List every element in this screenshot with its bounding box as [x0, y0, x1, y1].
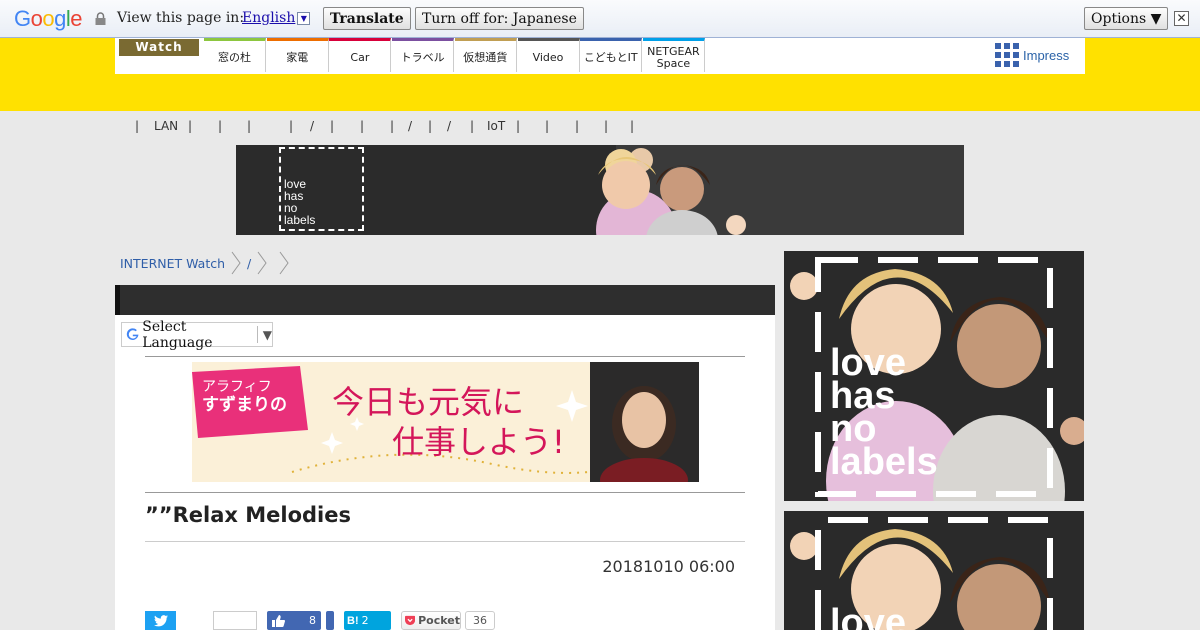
- pocket-label: Pocket: [418, 614, 460, 627]
- divider: [145, 356, 745, 357]
- impress-label: Impress: [1023, 47, 1070, 63]
- sidebar-ad-2[interactable]: love: [784, 511, 1084, 630]
- category-link[interactable]: IoT: [487, 119, 505, 133]
- category-link[interactable]: /: [310, 119, 314, 133]
- impress-logo-icon: [995, 43, 1019, 67]
- twitter-icon: [145, 611, 176, 630]
- category-separator: |: [630, 119, 635, 133]
- pocket-button[interactable]: Pocket: [401, 611, 461, 630]
- category-separator: |: [390, 119, 395, 133]
- category-separator: |: [188, 119, 193, 133]
- category-separator: |: [289, 119, 294, 133]
- turn-off-button[interactable]: Turn off for: Japanese: [415, 7, 584, 30]
- chevron-right-icon: [257, 251, 267, 275]
- tweet-count-box: [213, 611, 257, 630]
- category-link[interactable]: LAN: [154, 119, 178, 133]
- hatena-icon: B!: [347, 614, 359, 627]
- close-icon[interactable]: ✕: [1174, 11, 1189, 26]
- category-separator: |: [470, 119, 475, 133]
- category-separator: |: [135, 119, 140, 133]
- top-banner-ad[interactable]: love has no labels: [236, 145, 964, 235]
- ad-small-text: アラフィフ: [202, 379, 272, 395]
- ad-headline: 今日も元気に 仕事しよう!: [332, 382, 565, 462]
- nav-tab-crypto[interactable]: 仮想通貨: [454, 38, 517, 72]
- chevron-right-icon: [279, 251, 289, 275]
- sidebar-ad-tagline: love has no labels: [830, 344, 938, 483]
- article-ad-banner[interactable]: アラフィフ すずまりの 今日も元気に 仕事しよう!: [192, 362, 699, 482]
- banner-tagline: love has no labels: [284, 178, 315, 226]
- header-nav-area: Watch 窓の杜 家電 Car トラベル 仮想通貨 Video こどもとIT NETGEAR…: [115, 38, 1085, 74]
- site-logo[interactable]: Watch: [119, 39, 199, 56]
- category-separator: |: [545, 119, 550, 133]
- nav-tab-madonomori[interactable]: 窓の杜: [204, 38, 266, 72]
- category-separator: |: [360, 119, 365, 133]
- nav-tab-car[interactable]: Car: [329, 38, 392, 72]
- section-header-bar: [115, 285, 775, 315]
- select-language-dropdown[interactable]: Select Language ▼: [121, 319, 273, 351]
- options-button[interactable]: Options ▼: [1084, 7, 1169, 30]
- impress-link[interactable]: Impress: [995, 42, 1069, 68]
- article-title: ””Relax Melodies: [145, 503, 351, 527]
- ad-line: 今日も元気に: [332, 383, 525, 421]
- language-dropdown[interactable]: English ▼: [242, 10, 311, 26]
- nav-tab-kodomo[interactable]: こどもとIT: [580, 38, 643, 72]
- category-separator: |: [428, 119, 433, 133]
- thumbs-up-icon: [272, 614, 285, 627]
- category-separator: |: [330, 119, 335, 133]
- select-language-label: Select Language: [142, 318, 213, 351]
- like-count: 8: [309, 614, 316, 627]
- ad-name-text: すずまりの: [202, 395, 287, 415]
- category-link[interactable]: /: [447, 119, 451, 133]
- ad-subtitle: アラフィフ すずまりの: [202, 378, 287, 414]
- google-logo: Google: [14, 6, 83, 31]
- translate-button[interactable]: Translate: [323, 7, 411, 30]
- language-value: English: [242, 10, 296, 26]
- category-separator: |: [604, 119, 609, 133]
- tagline-line: labels: [284, 213, 316, 227]
- article-date: 20181010 06:00: [602, 557, 735, 576]
- breadcrumb-home-link[interactable]: INTERNET Watch: [120, 256, 225, 271]
- sidebar-ad-1[interactable]: love has no labels: [784, 251, 1084, 501]
- sidebar-ad-tagline: love: [830, 602, 907, 630]
- category-link[interactable]: /: [408, 119, 412, 133]
- facebook-share-button[interactable]: [326, 611, 334, 630]
- hatena-count: 2: [361, 614, 369, 627]
- pocket-count: 36: [465, 611, 495, 630]
- nav-tab-kaden[interactable]: 家電: [266, 38, 329, 72]
- breadcrumb-category-link[interactable]: /: [247, 256, 251, 271]
- category-separator: |: [575, 119, 580, 133]
- category-separator: |: [516, 119, 521, 133]
- category-separator: |: [218, 119, 223, 133]
- pocket-count-box: 36: [465, 611, 495, 630]
- lock-icon: [95, 12, 106, 25]
- breadcrumb: INTERNET Watch /: [120, 251, 295, 275]
- divider: [256, 326, 258, 343]
- tagline-line: labels: [830, 441, 938, 483]
- sidebar-ad-artwork: [784, 511, 1084, 630]
- translate-bar: Google View this page in: English ▼ Trans…: [0, 0, 1200, 38]
- chevron-right-icon: [231, 251, 241, 275]
- nav-tab-netgear[interactable]: NETGEAR Space: [642, 38, 705, 72]
- chevron-down-icon: ▼: [297, 12, 311, 25]
- chevron-down-icon: ▼: [262, 327, 272, 342]
- google-g-icon: [126, 328, 139, 340]
- hatena-bookmark-button[interactable]: B! 2: [344, 611, 391, 630]
- ad-line: 仕事しよう!: [392, 423, 565, 461]
- site-header: Watch 窓の杜 家電 Car トラベル 仮想通貨 Video こどもとIT NETGEAR…: [0, 38, 1200, 111]
- divider: [145, 492, 745, 493]
- article-column: Select Language ▼ アラフィフ すずまりの 今日も元気に 仕事し…: [115, 285, 775, 630]
- nav-tab-video[interactable]: Video: [517, 38, 580, 72]
- twitter-share-button[interactable]: [145, 611, 176, 630]
- nav-tab-travel[interactable]: トラベル: [392, 38, 455, 72]
- facebook-like-button[interactable]: 8: [267, 611, 321, 630]
- divider: [145, 541, 745, 542]
- category-separator: |: [247, 119, 252, 133]
- pocket-icon: [405, 615, 416, 626]
- count-box: [213, 611, 257, 630]
- view-page-label: View this page in:: [117, 10, 245, 26]
- facebook-share-stub: [326, 611, 334, 630]
